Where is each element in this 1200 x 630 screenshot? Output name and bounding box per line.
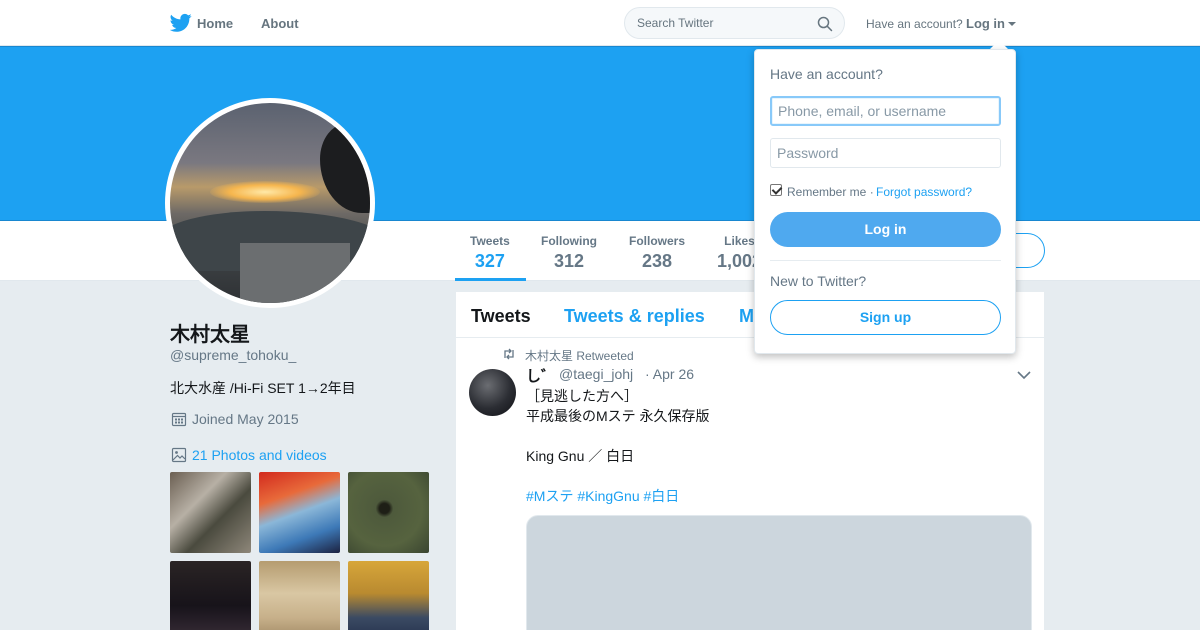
twitter-bird-icon[interactable] [170, 13, 192, 33]
tweet-hashtags[interactable]: #Mステ #KingGnu #白日 [526, 486, 679, 506]
stat-tweets[interactable]: Tweets 327 [470, 234, 510, 272]
stat-followers-value: 238 [641, 251, 673, 271]
chevron-down-icon[interactable] [1017, 370, 1031, 380]
photo-thumbnail[interactable] [170, 472, 251, 553]
stat-followers-label: Followers [629, 234, 686, 248]
remember-me-label: Remember me · [787, 185, 874, 199]
username-field[interactable] [770, 96, 1001, 126]
photo-icon [171, 447, 187, 463]
password-field[interactable] [770, 138, 1001, 168]
login-button[interactable]: Log in [770, 212, 1001, 247]
profile-bio: 北大水産 /Hi-Fi SET 1→2年目 [170, 380, 356, 396]
photo-thumbnail[interactable] [348, 472, 429, 553]
stat-following[interactable]: Following 312 [541, 234, 597, 272]
tweet-text-line: 平成最後のMステ 永久保存版 [526, 408, 710, 424]
search-icon[interactable] [817, 16, 833, 32]
stat-followers[interactable]: Followers 238 [629, 234, 685, 272]
photos-videos-link[interactable]: 21 Photos and videos [192, 447, 327, 463]
tweet-date[interactable]: · Apr 26 [645, 366, 694, 382]
profile-handle[interactable]: @supreme_tohoku_ [170, 347, 296, 363]
stat-following-value: 312 [553, 251, 585, 271]
stat-following-label: Following [541, 234, 597, 248]
tweet-text-line: King Gnu ／ 白日 [526, 448, 635, 464]
login-dropdown: Have an account? Remember me · Forgot pa… [754, 49, 1016, 354]
caret-down-icon[interactable] [1008, 22, 1016, 26]
tweet-media-card[interactable] [526, 515, 1032, 630]
new-to-twitter-label: New to Twitter? [770, 273, 867, 289]
tab-media[interactable]: M [739, 306, 754, 327]
avatar-sunlight-shape [210, 181, 320, 203]
search-box[interactable] [624, 7, 845, 39]
retweeted-by-label[interactable]: 木村太星 Retweeted [525, 347, 634, 364]
stat-tweets-label: Tweets [470, 234, 510, 248]
tab-tweets[interactable]: Tweets [471, 306, 531, 327]
tweet-author-avatar[interactable] [469, 369, 516, 416]
tab-tweets-replies[interactable]: Tweets & replies [564, 306, 705, 327]
tweet-text-line: ［見逃した方へ］ [526, 388, 638, 404]
avatar-foreground-shape [320, 123, 370, 213]
nav-home-link[interactable]: Home [197, 16, 233, 31]
remember-me-checkbox[interactable] [770, 184, 782, 196]
top-navigation: Home About Have an account? Log in [0, 0, 1200, 46]
calendar-icon [171, 412, 187, 427]
stat-tweets-value: 327 [474, 251, 505, 271]
profile-joined-date: Joined May 2015 [192, 411, 299, 427]
dropdown-divider [770, 260, 1001, 261]
nav-about-link[interactable]: About [261, 16, 299, 31]
profile-name[interactable]: 木村太星 [170, 318, 250, 347]
tweet-author-name[interactable]: し゛ [526, 365, 556, 386]
photo-thumbnail[interactable] [259, 472, 340, 553]
search-input[interactable] [637, 16, 807, 30]
avatar-building-shape [240, 243, 350, 303]
profile-avatar[interactable] [165, 98, 375, 308]
photo-thumbnail[interactable] [259, 561, 340, 630]
dropdown-title: Have an account? [770, 66, 883, 82]
photo-thumbnail[interactable] [348, 561, 429, 630]
retweet-icon [504, 348, 514, 360]
signup-button[interactable]: Sign up [770, 300, 1001, 335]
login-menu-link[interactable]: Log in [966, 16, 1005, 31]
forgot-password-link[interactable]: Forgot password? [876, 185, 972, 199]
tweet-author-handle[interactable]: @taegi_johj [559, 366, 633, 382]
have-account-label: Have an account? [866, 17, 963, 31]
photo-thumbnail[interactable] [170, 561, 251, 630]
active-stat-indicator [455, 278, 526, 281]
avatar-image [170, 103, 370, 303]
